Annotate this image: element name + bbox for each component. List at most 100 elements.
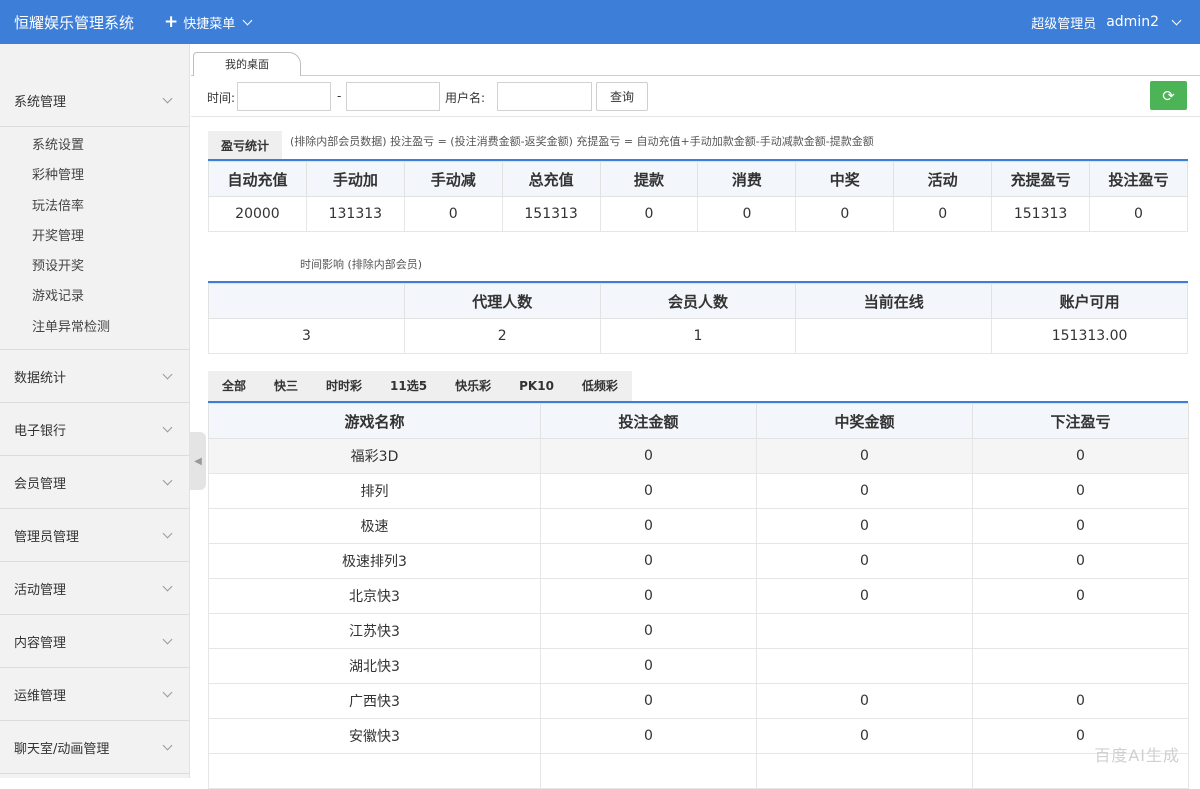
- col-header: 投注盈亏: [1089, 161, 1188, 197]
- sidebar-group-label: 活动管理: [14, 582, 67, 598]
- table-row: 排列 0 0 0: [208, 473, 1189, 509]
- tab-kuaile[interactable]: 快乐彩: [441, 371, 505, 401]
- profit-title: 盈亏统计: [208, 131, 283, 159]
- chevron-down-icon: [162, 687, 173, 698]
- sidebar-group-ops[interactable]: 运维管理: [0, 668, 189, 722]
- sidebar-group-content[interactable]: 内容管理: [0, 615, 189, 669]
- sidebar-submenu: 系统设置 彩种管理 玩法倍率 开奖管理 预设开奖 游戏记录 注单异常检测: [0, 127, 189, 351]
- table-row: 极速排列3 0 0 0: [208, 543, 1189, 579]
- table-cell: 0: [599, 196, 699, 232]
- sidebar-group-ebank[interactable]: 电子银行: [0, 403, 189, 457]
- tab-all[interactable]: 全部: [208, 371, 260, 401]
- table-cell: 0: [972, 508, 1189, 544]
- quick-menu-label: 快捷菜单: [183, 16, 236, 32]
- table-cell: 湖北快3: [208, 648, 541, 684]
- table-cell: 131313: [305, 196, 405, 232]
- table-cell: 江苏快3: [208, 613, 541, 649]
- table-cell: 0: [756, 438, 973, 474]
- col-header: 会员人数: [599, 283, 797, 319]
- tab-strip: 我的桌面: [191, 44, 1200, 76]
- table-cell: 0: [540, 683, 757, 719]
- query-button[interactable]: 查询: [596, 82, 648, 111]
- sidebar-item-bet-anomaly[interactable]: 注单异常检测: [0, 313, 189, 343]
- table-cell: 1: [599, 318, 797, 354]
- sidebar-item-lottery-types[interactable]: 彩种管理: [0, 161, 189, 191]
- col-header: 自动充值: [208, 161, 307, 197]
- table-row: 北京快3 0 0 0: [208, 578, 1189, 614]
- user-menu[interactable]: 超级管理员 admin2: [1031, 0, 1182, 44]
- table-cell: 极速: [208, 508, 541, 544]
- end-time-input[interactable]: [346, 82, 440, 111]
- quick-menu-button[interactable]: + 快捷菜单: [164, 12, 253, 32]
- chevron-down-icon: [162, 634, 173, 645]
- col-header: 投注金额: [540, 403, 757, 439]
- table-cell: 0: [972, 578, 1189, 614]
- game-category-tabs: 全部 快三 时时彩 11选5 快乐彩 PK10 低频彩: [208, 371, 1188, 403]
- table-cell: 0: [756, 578, 973, 614]
- sidebar-group-label: 运维管理: [14, 688, 67, 704]
- table-row: 福彩3D 0 0 0: [208, 438, 1189, 474]
- sidebar-group-admins[interactable]: 管理员管理: [0, 509, 189, 563]
- sidebar-group-system[interactable]: 系统管理: [0, 74, 189, 127]
- tab-ssc[interactable]: 时时彩: [312, 371, 376, 401]
- sidebar-item-preset-draw[interactable]: 预设开奖: [0, 252, 189, 282]
- sidebar-group-chatroom[interactable]: 聊天室/动画管理: [0, 721, 189, 775]
- username: admin2: [1106, 14, 1159, 30]
- col-header: 当前在线: [795, 283, 993, 319]
- top-bar: 恒耀娱乐管理系统 + 快捷菜单 超级管理员 admin2: [0, 0, 1200, 44]
- table-cell: [972, 613, 1189, 649]
- table-row: 江苏快3 0: [208, 613, 1189, 649]
- sidebar-item-game-records[interactable]: 游戏记录: [0, 282, 189, 312]
- table-row: 极速 0 0 0: [208, 508, 1189, 544]
- refresh-button[interactable]: ⟳: [1150, 81, 1187, 110]
- chevron-down-icon: [162, 93, 173, 103]
- username-input[interactable]: [497, 82, 592, 111]
- table-row: 湖北快3 0: [208, 648, 1189, 684]
- table-cell: 0: [697, 196, 797, 232]
- chevron-down-icon: [242, 15, 253, 25]
- table-cell: 0: [756, 473, 973, 509]
- col-header: 中奖: [795, 161, 895, 197]
- game-section: 全部 快三 时时彩 11选5 快乐彩 PK10 低频彩 游戏名称 投注金额 中奖…: [208, 371, 1189, 789]
- table-cell: 0: [1089, 196, 1188, 232]
- sidebar-group-statistics[interactable]: 数据统计: [0, 350, 189, 404]
- tab-low-freq[interactable]: 低频彩: [568, 371, 632, 401]
- watermark: 百度AI生成: [1094, 746, 1180, 765]
- table-row: 3 2 1 151313.00: [208, 318, 1188, 354]
- sidebar-item-system-settings[interactable]: 系统设置: [0, 131, 189, 161]
- sidebar-group-label: 内容管理: [14, 635, 67, 651]
- tab-pk10[interactable]: PK10: [505, 371, 568, 401]
- tab-11x5[interactable]: 11选5: [376, 371, 441, 401]
- table-cell: 0: [540, 613, 757, 649]
- tab-kuai3[interactable]: 快三: [260, 371, 312, 401]
- chevron-down-icon: [162, 422, 173, 433]
- start-time-input[interactable]: [237, 82, 331, 111]
- table-cell: 0: [540, 543, 757, 579]
- sidebar-item-play-odds[interactable]: 玩法倍率: [0, 192, 189, 222]
- table-cell: 151313: [991, 196, 1091, 232]
- sidebar-group-label: 会员管理: [14, 476, 67, 492]
- table-cell: [756, 648, 973, 684]
- sidebar-group-members[interactable]: 会员管理: [0, 456, 189, 510]
- main-content: 我的桌面 时间: - 用户名: 查询 ⟳ 盈亏统计 (排除内部会员数据) 投注盈…: [191, 44, 1200, 789]
- table-row: 广西快3 0 0 0: [208, 683, 1189, 719]
- col-header: 代理人数: [403, 283, 601, 319]
- table-row: 安徽快3 0 0 0: [208, 718, 1189, 754]
- col-header: 下注盈亏: [972, 403, 1189, 439]
- col-header: 消费: [697, 161, 797, 197]
- sidebar-item-draw-management[interactable]: 开奖管理: [0, 222, 189, 252]
- profit-header: 盈亏统计 (排除内部会员数据) 投注盈亏 = (投注消费金额-返奖金额) 充提盈…: [208, 131, 1188, 161]
- time-label: 时间:: [207, 91, 236, 105]
- tab-my-desktop[interactable]: 我的桌面: [193, 52, 301, 76]
- sidebar-group-label: 管理员管理: [14, 529, 80, 545]
- col-header: 游戏名称: [208, 403, 541, 439]
- member-section: 时间影响 (排除内部会员) 代理人数 会员人数 当前在线 账户可用 3 2 1 …: [208, 256, 1188, 354]
- table-cell: 排列: [208, 473, 541, 509]
- table-cell: 0: [972, 683, 1189, 719]
- table-cell: [208, 753, 541, 789]
- chevron-down-icon: [162, 369, 173, 380]
- sidebar-group-activities[interactable]: 活动管理: [0, 562, 189, 616]
- table-cell: 安徽快3: [208, 718, 541, 754]
- profit-note: (排除内部会员数据) 投注盈亏 = (投注消费金额-返奖金额) 充提盈亏 = 自…: [290, 135, 874, 148]
- table-cell: 福彩3D: [208, 438, 541, 474]
